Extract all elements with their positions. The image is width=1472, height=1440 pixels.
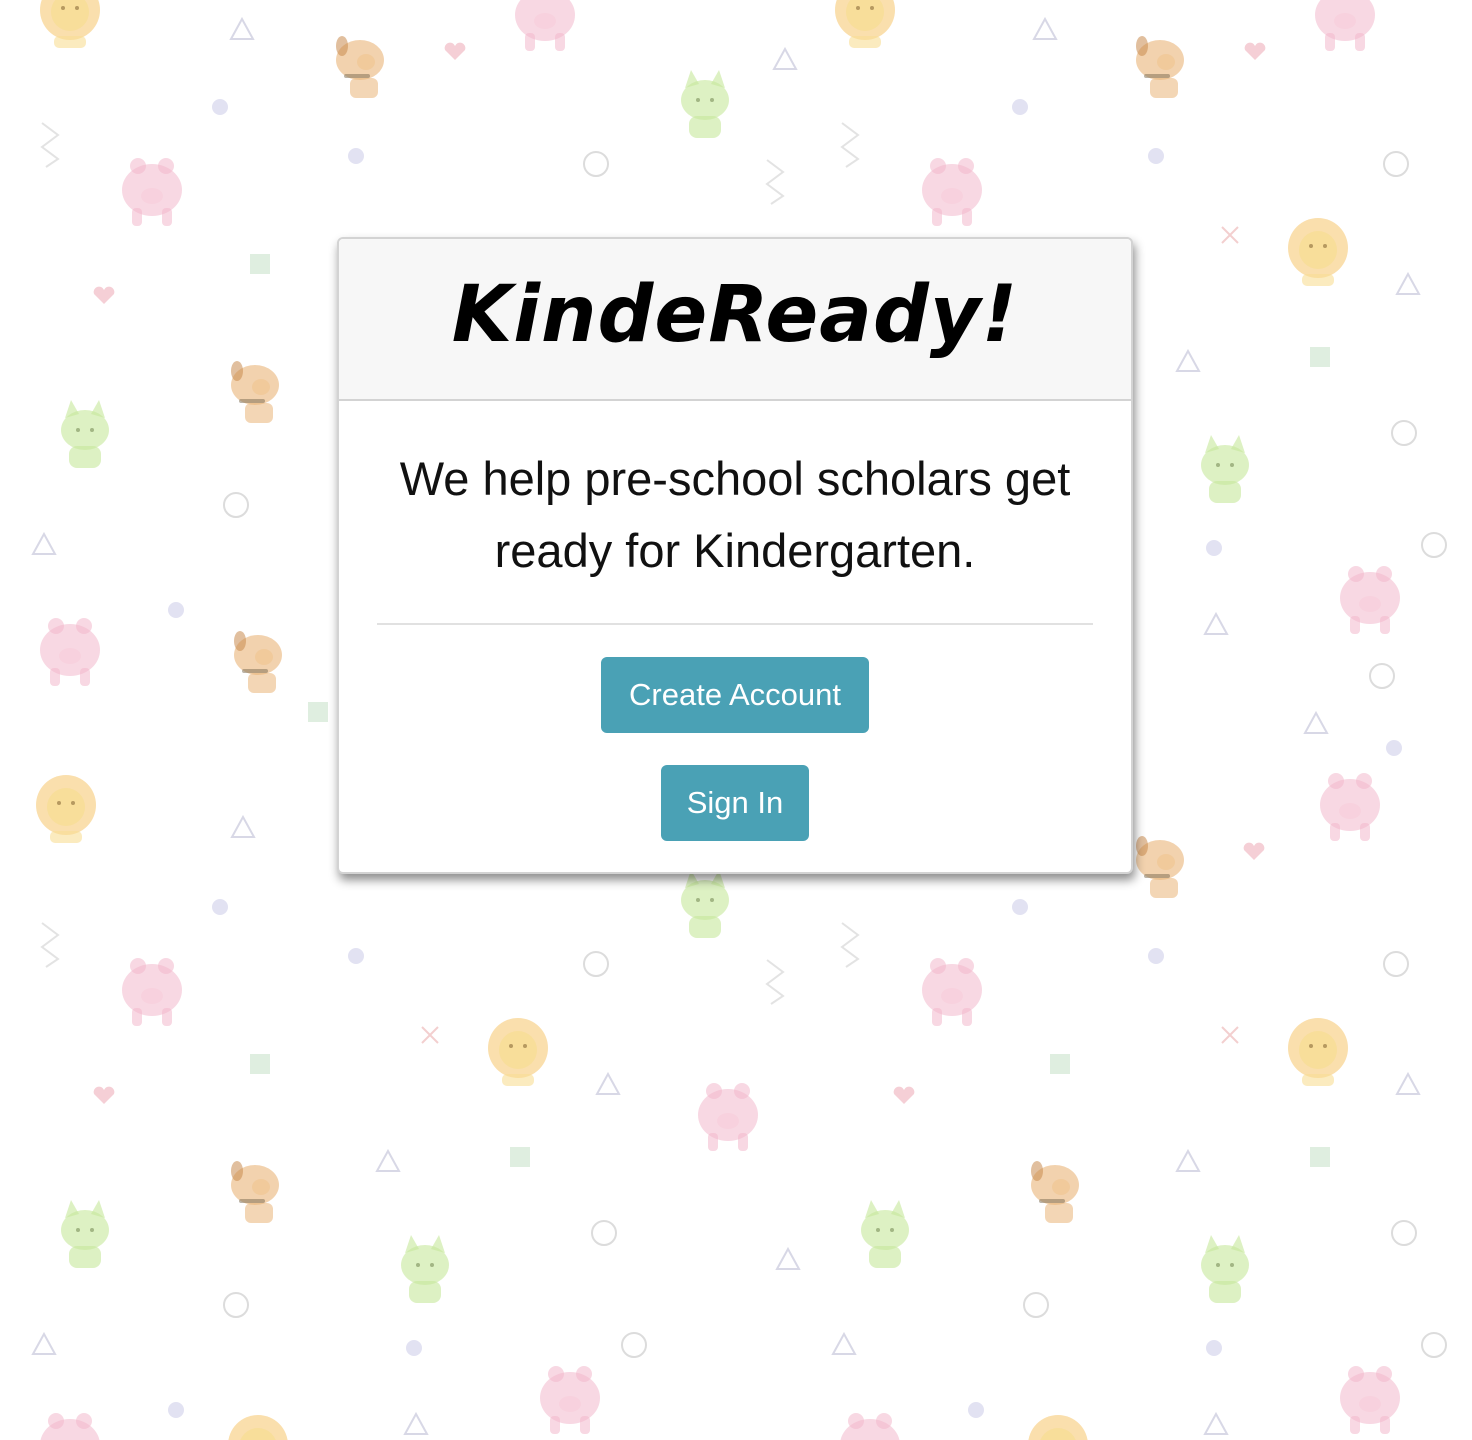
create-account-button[interactable]: Create Account xyxy=(601,657,869,733)
divider xyxy=(377,623,1093,625)
card-header: KindeReady! xyxy=(339,239,1131,401)
app-title: KindeReady! xyxy=(451,270,1019,360)
tagline: We help pre-school scholars get ready fo… xyxy=(399,452,1071,577)
sign-in-button[interactable]: Sign In xyxy=(661,765,809,841)
card-body: We help pre-school scholars get ready fo… xyxy=(339,401,1131,841)
welcome-card: KindeReady! We help pre-school scholars … xyxy=(337,237,1133,874)
